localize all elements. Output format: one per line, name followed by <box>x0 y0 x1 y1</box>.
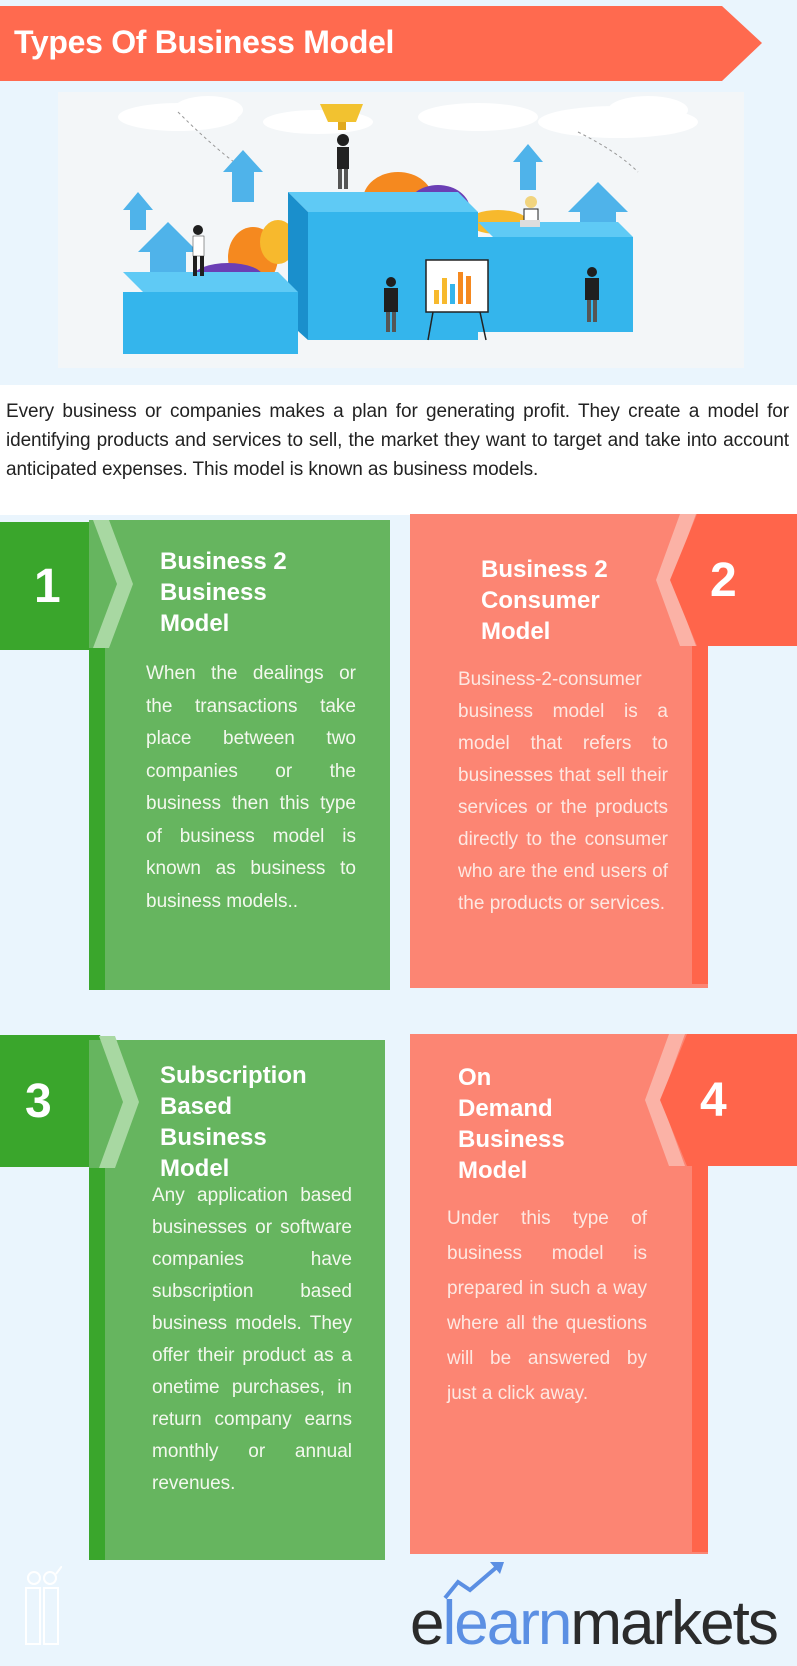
card-accent-stripe <box>89 648 105 990</box>
logo-part-learn: learn <box>442 1589 572 1658</box>
card-accent-stripe <box>89 1168 105 1560</box>
model-body-4: Under this type of business model is pre… <box>447 1208 647 1404</box>
clouds <box>118 96 698 138</box>
model-number-2: 2 <box>710 553 737 607</box>
logo-part-markets: markets <box>570 1589 778 1658</box>
model-number-1: 1 <box>34 559 61 613</box>
model-title-3: Subscription Based Business Model <box>160 1062 307 1182</box>
intro-section: Every business or companies makes a plan… <box>0 385 797 515</box>
intro-text: Every business or companies makes a plan… <box>6 401 789 480</box>
chevron-right-icon <box>93 520 133 648</box>
model-body-1: When the dealings or the transactions ta… <box>146 663 356 912</box>
chevron-right-icon <box>99 1036 139 1168</box>
model-number-3: 3 <box>25 1074 52 1128</box>
logo-part-e: e <box>410 1589 445 1658</box>
people-icon <box>22 1565 63 1646</box>
elearnmarkets-logo[interactable]: elearnmarkets <box>410 1560 790 1660</box>
model-number-tab-2: 2 <box>670 514 797 646</box>
model-title-4: On Demand Business Model <box>458 1064 565 1184</box>
model-body-3: Any application based businesses or soft… <box>152 1185 352 1494</box>
model-number-4: 4 <box>700 1073 727 1127</box>
page-title: Types Of Business Model <box>14 24 395 60</box>
model-card-1: Business 2 Business Model When the deali… <box>89 520 390 990</box>
title-banner: Types Of Business Model <box>0 6 762 81</box>
model-card-4: On Demand Business Model Under this type… <box>410 1034 708 1554</box>
model-title-1: Business 2 Business Model <box>160 548 287 637</box>
business-podium-illustration <box>118 96 698 354</box>
model-title-2: Business 2 Consumer Model <box>481 556 608 645</box>
podium-blocks <box>123 192 633 354</box>
card-accent-stripe <box>692 646 708 984</box>
model-number-tab-4: 4 <box>660 1034 797 1166</box>
model-body-2: Business-2-consumer business model is a … <box>458 669 668 914</box>
model-card-2: Business 2 Consumer Model Business-2-con… <box>410 514 708 988</box>
card-accent-stripe <box>692 1166 708 1552</box>
model-card-3: Subscription Based Business Model Any ap… <box>89 1036 385 1560</box>
hero-illustration <box>58 92 744 368</box>
logo-wordmark: elearnmarkets <box>410 1588 779 1659</box>
people-watermark-icon <box>25 1565 63 1645</box>
